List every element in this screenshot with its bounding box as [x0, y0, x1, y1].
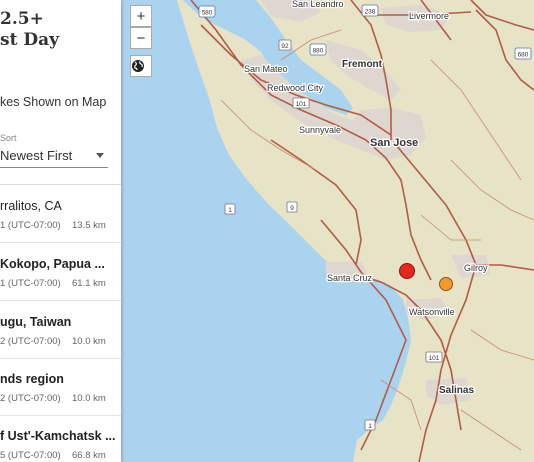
eq-time: 1 (UTC-07:00)	[0, 278, 61, 289]
city-label-santa-cruz: Santa Cruz	[327, 273, 373, 283]
shield-label: 92	[281, 43, 289, 50]
eq-time: 2 (UTC-07:00)	[0, 393, 61, 404]
shield-label: 1	[368, 423, 372, 430]
list-item[interactable]: nds region 2 (UTC-07:00) 10.0 km	[0, 358, 121, 416]
shield-880: 880	[309, 43, 327, 56]
shown-on-map-label: kes Shown on Map	[0, 95, 107, 109]
shield-label: 238	[365, 9, 376, 16]
zoom-out-button[interactable]: −	[130, 27, 152, 49]
shield-9: 9	[286, 201, 298, 213]
eq-depth: 61.1 km	[72, 278, 106, 289]
shield-101: 101	[292, 97, 310, 109]
eq-place: Kokopo, Papua ...	[0, 257, 105, 271]
city-label-watsonville: Watsonville	[409, 307, 455, 317]
city-label-livermore: Livermore	[409, 11, 449, 21]
basemap-button[interactable]	[130, 55, 152, 77]
city-label-san-leandro: San Leandro	[292, 0, 344, 9]
sort-underline	[0, 167, 108, 168]
eq-place: nds region	[0, 372, 64, 386]
zoom-in-button[interactable]: +	[130, 5, 152, 27]
chevron-down-icon[interactable]	[96, 153, 104, 158]
eq-time: 1 (UTC-07:00)	[0, 220, 61, 231]
eq-depth: 10.0 km	[72, 336, 106, 347]
sort-value[interactable]: Newest First	[0, 148, 72, 163]
city-label-sunnyvale: Sunnyvale	[299, 125, 341, 135]
city-label-salinas: Salinas	[439, 385, 474, 396]
sort-label: Sort	[0, 133, 17, 143]
eq-depth: 13.5 km	[72, 220, 106, 231]
city-label-san-mateo: San Mateo	[244, 64, 288, 74]
list-item[interactable]: Kokopo, Papua ... 1 (UTC-07:00) 61.1 km	[0, 243, 121, 301]
shield-label: 9	[290, 205, 294, 212]
shield-680: 680	[514, 47, 532, 60]
shield-238: 238	[361, 4, 379, 17]
city-label-redwood-city: Redwood City	[267, 83, 324, 93]
city-label-gilroy: Gilroy	[464, 263, 488, 273]
eq-time: 2 (UTC-07:00)	[0, 336, 61, 347]
list-item[interactable]: rralitos, CA 1 (UTC-07:00) 13.5 km	[0, 185, 121, 243]
basemap[interactable]: 580 238 680 92 880 101 1 9 101 1 San Lea…	[121, 0, 534, 462]
shield-label: 101	[429, 355, 440, 362]
shield-label: 580	[202, 10, 213, 17]
eq-time: 5 (UTC-07:00)	[0, 450, 61, 461]
shield-label: 101	[296, 101, 307, 108]
globe-icon	[132, 60, 144, 72]
city-label-san-jose: San Jose	[370, 137, 418, 149]
shield-92: 92	[278, 39, 292, 51]
shield-1: 1	[224, 203, 236, 215]
eq-depth: 10.0 km	[72, 393, 106, 404]
shield-580: 580	[198, 5, 216, 18]
shield-label: 680	[518, 52, 529, 59]
earthquake-marker[interactable]	[399, 263, 415, 279]
city-label-fremont: Fremont	[342, 59, 383, 70]
earthquake-list-panel: 2.5+ st Day kes Shown on Map Sort Newest…	[0, 0, 121, 462]
earthquake-marker[interactable]	[439, 277, 453, 291]
list-item[interactable]: ugu, Taiwan 2 (UTC-07:00) 10.0 km	[0, 301, 121, 359]
panel-title-line1: 2.5+	[0, 9, 44, 29]
shield-label: 1	[228, 207, 232, 214]
panel-title-line2: st Day	[0, 30, 59, 50]
eq-place: f Ust'-Kamchatsk ...	[0, 429, 116, 443]
shield-1: 1	[364, 419, 376, 431]
shield-label: 880	[313, 48, 324, 55]
eq-place: ugu, Taiwan	[0, 315, 72, 329]
map-view[interactable]: 580 238 680 92 880 101 1 9 101 1 San Lea…	[121, 0, 534, 462]
shield-101: 101	[425, 351, 443, 363]
eq-depth: 66.8 km	[72, 450, 106, 461]
eq-place: rralitos, CA	[0, 199, 62, 213]
list-item[interactable]: f Ust'-Kamchatsk ... 5 (UTC-07:00) 66.8 …	[0, 415, 121, 462]
